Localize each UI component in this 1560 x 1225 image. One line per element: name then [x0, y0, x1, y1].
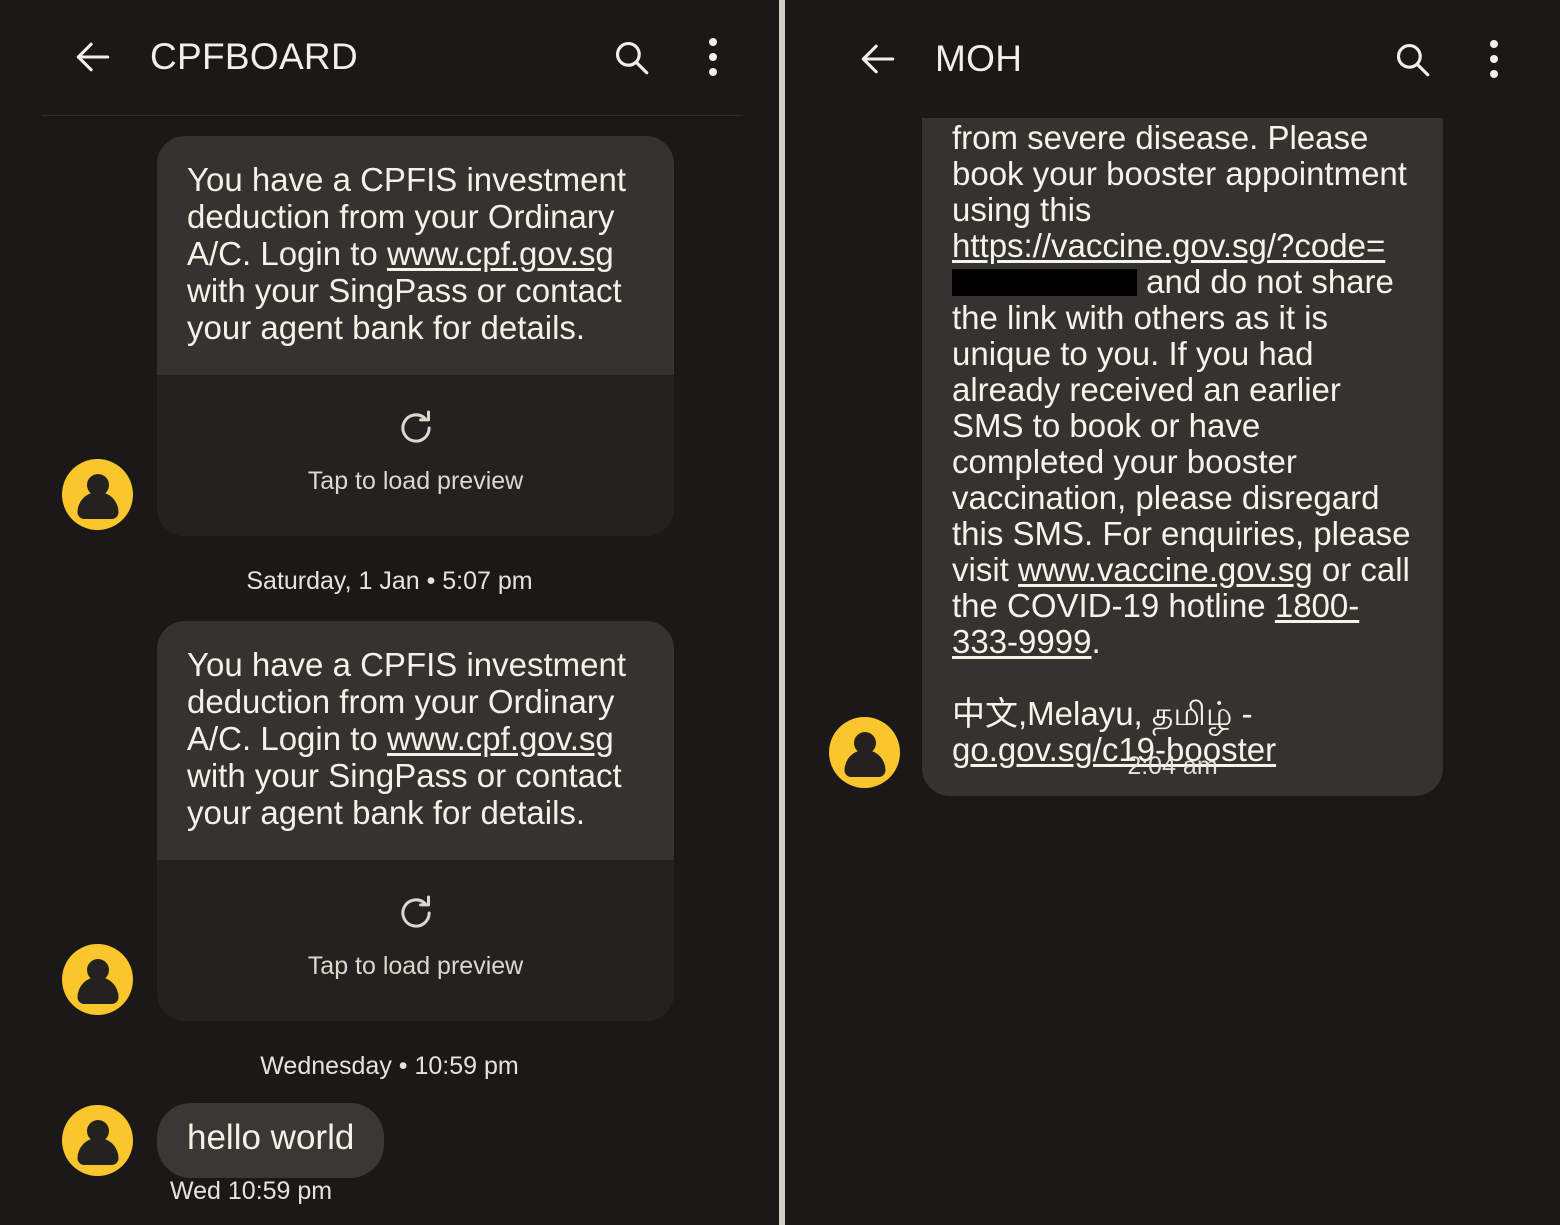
- avatar: [62, 458, 133, 530]
- redacted-code-bar: [952, 269, 1137, 296]
- more-vert-icon: [709, 67, 717, 76]
- message-text: from severe disease. Please book your bo…: [952, 120, 1413, 660]
- avatar: [62, 1104, 133, 1176]
- message-bubble[interactable]: hello world: [157, 1103, 385, 1178]
- message-link[interactable]: https://vaccine.gov.sg/?code=: [952, 227, 1385, 264]
- message-text-part: and do not share the link with others as…: [952, 263, 1411, 588]
- arrow-left-icon: [861, 44, 895, 74]
- overflow-menu-button[interactable]: [1474, 35, 1514, 83]
- avatar: [62, 943, 133, 1015]
- overflow-menu-button[interactable]: [693, 33, 733, 81]
- message-link[interactable]: www.cpf.gov.sg: [387, 720, 614, 757]
- left-contact-name[interactable]: CPFBOARD: [150, 36, 605, 78]
- refresh-icon: [400, 895, 431, 928]
- more-vert-icon: [709, 52, 717, 61]
- date-separator: Wednesday • 10:59 pm: [260, 1052, 519, 1080]
- more-vert-icon: [709, 37, 717, 46]
- search-button[interactable]: [605, 31, 657, 83]
- search-button[interactable]: [1386, 33, 1438, 85]
- thread-top-divider: [42, 115, 743, 116]
- languages-label: 中文,Melayu, தமிழ் -: [952, 695, 1253, 732]
- date-separator: Saturday, 1 Jan • 5:07 pm: [246, 567, 533, 595]
- message-text-part: with your SingPass or contact your agent…: [187, 756, 622, 831]
- message-bubble[interactable]: You have a CPFIS investment deduction fr…: [157, 136, 674, 536]
- message-bubble[interactable]: You have a CPFIS investment deduction fr…: [157, 621, 674, 1021]
- link-preview-placeholder[interactable]: Tap to load preview: [157, 859, 674, 1021]
- left-conversation-screen: Saturday, 1 Jan • 10:57 am CPFBOARD: [0, 0, 779, 1225]
- message-row: You have a CPFIS investment deduction fr…: [62, 136, 674, 536]
- preview-label: Tap to load preview: [307, 951, 524, 980]
- arrow-left-icon: [76, 42, 110, 71]
- back-button[interactable]: [62, 26, 124, 88]
- message-text-part: with your SingPass or contact your agent…: [187, 271, 622, 346]
- message-text: You have a CPFIS investment deduction fr…: [157, 136, 674, 375]
- message-text: You have a CPFIS investment deduction fr…: [157, 621, 674, 860]
- link-preview-placeholder[interactable]: Tap to load preview: [157, 374, 674, 536]
- message-text-part: .: [1091, 623, 1101, 660]
- right-contact-name[interactable]: MOH: [935, 38, 1386, 80]
- message-text-part: from severe disease. Please book your bo…: [952, 119, 1407, 228]
- left-appbar: CPFBOARD: [0, 0, 779, 113]
- search-icon: [1396, 43, 1430, 77]
- left-message-thread[interactable]: You have a CPFIS investment deduction fr…: [0, 0, 779, 1225]
- message-bubble[interactable]: from severe disease. Please book your bo…: [922, 0, 1443, 796]
- right-appbar: MOH: [785, 0, 1560, 118]
- refresh-icon: [400, 410, 431, 443]
- back-button[interactable]: [847, 28, 909, 90]
- message-row: hello world: [62, 1103, 385, 1178]
- more-vert-icon: [1490, 40, 1498, 48]
- preview-label: Tap to load preview: [307, 466, 524, 495]
- more-vert-icon: [1490, 55, 1498, 63]
- dual-screenshot-container: Saturday, 1 Jan • 10:57 am CPFBOARD: [0, 0, 1560, 1225]
- message-link[interactable]: www.cpf.gov.sg: [387, 235, 614, 272]
- message-timestamp: Wed 10:59 pm: [170, 1177, 333, 1205]
- message-link[interactable]: www.vaccine.gov.sg: [1018, 551, 1313, 588]
- right-conversation-screen: vaccine booster dose for an ...eased lev…: [785, 0, 1560, 1225]
- right-message-thread[interactable]: from severe disease. Please book your bo…: [785, 0, 1560, 1225]
- right-appbar-actions: [1386, 33, 1514, 85]
- message-row: You have a CPFIS investment deduction fr…: [62, 621, 674, 1021]
- left-appbar-actions: [605, 31, 733, 83]
- message-timestamp: 2:04 am: [1127, 752, 1218, 780]
- message-row: from severe disease. Please book your bo…: [829, 0, 1443, 796]
- search-icon: [615, 41, 649, 74]
- more-vert-icon: [1490, 70, 1498, 78]
